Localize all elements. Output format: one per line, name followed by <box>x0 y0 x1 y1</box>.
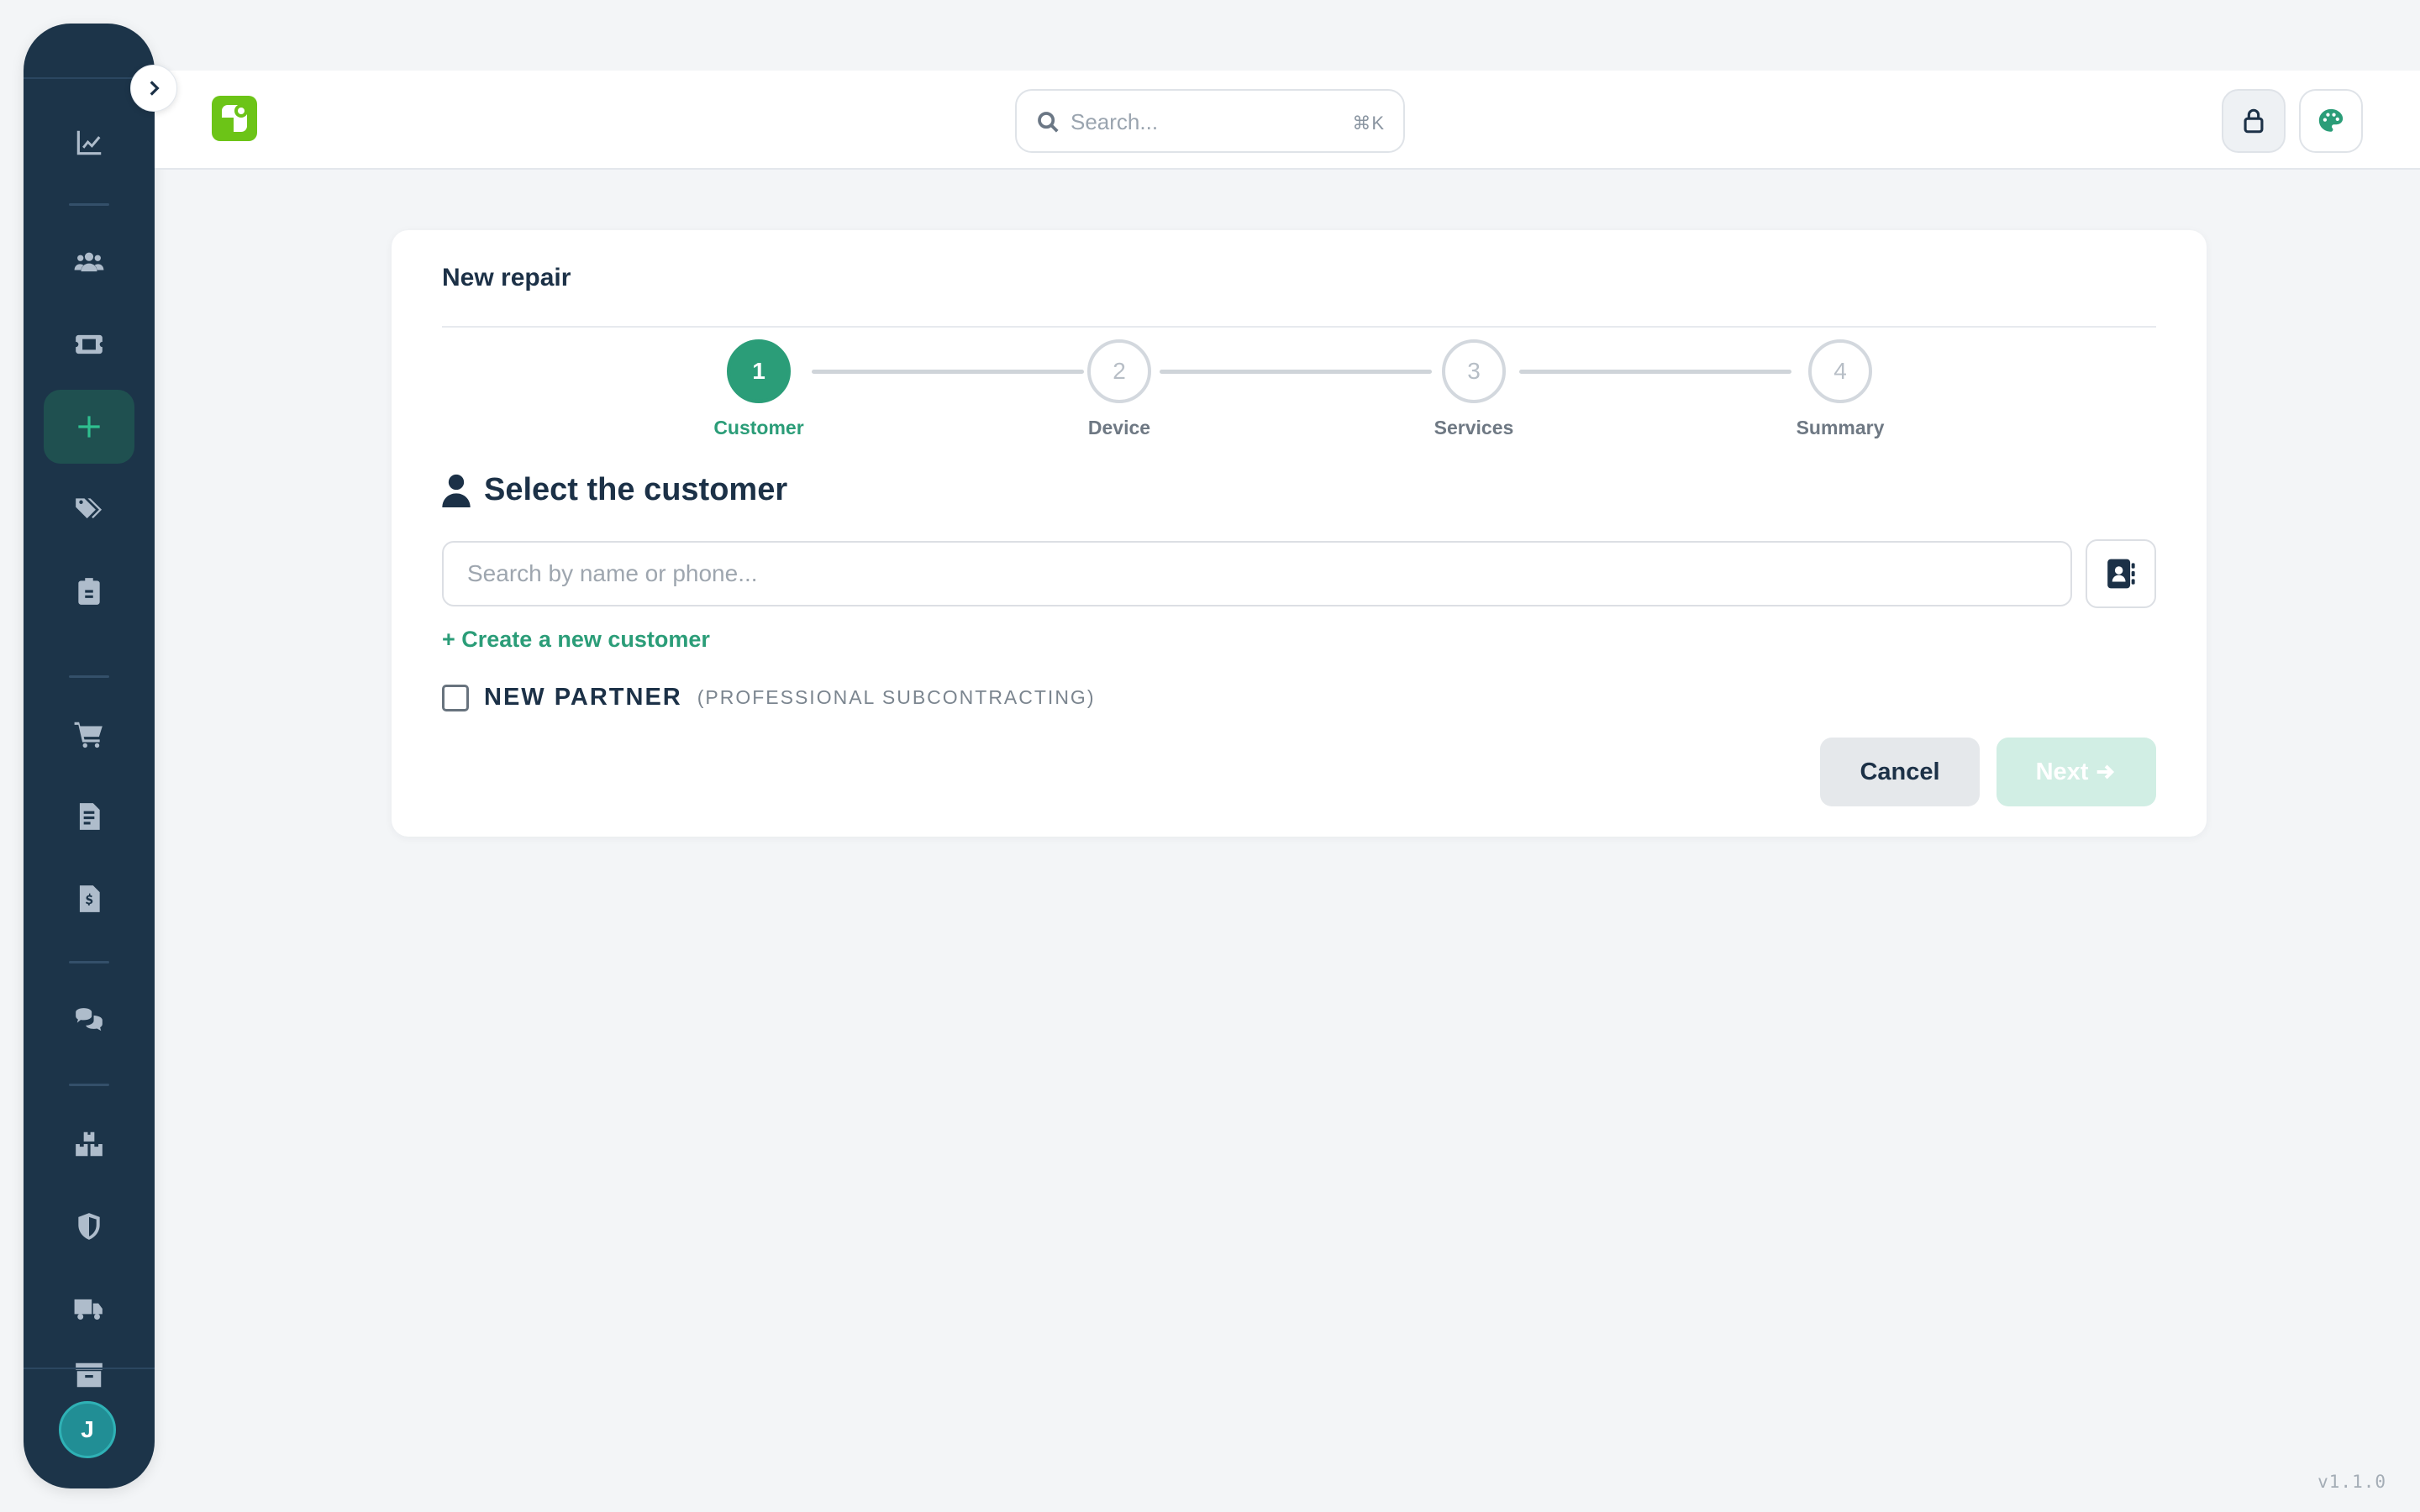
lock-button[interactable] <box>2222 89 2286 153</box>
step-number: 4 <box>1808 339 1872 403</box>
section-title-text: Select the customer <box>484 472 788 507</box>
clipboard-icon <box>78 578 100 605</box>
plus-icon <box>78 416 100 438</box>
step-services: 3 Services <box>1390 339 1558 439</box>
sidebar-item-pricing[interactable] <box>44 472 134 546</box>
user-icon <box>442 474 471 507</box>
customer-search-input[interactable] <box>442 541 2072 606</box>
cancel-button-label: Cancel <box>1860 758 1940 785</box>
top-header: Search... ⌘K <box>155 71 2420 170</box>
search-icon <box>1035 109 1060 134</box>
step-label: Device <box>1087 417 1151 438</box>
step-number: 3 <box>1442 339 1506 403</box>
sidebar: J <box>24 24 155 1488</box>
sidebar-item-invoices[interactable] <box>44 780 134 853</box>
app-logo[interactable] <box>212 96 257 141</box>
step-label: Summary <box>1796 417 1885 438</box>
global-search[interactable]: Search... ⌘K <box>1015 89 1405 153</box>
users-icon <box>74 252 104 272</box>
search-shortcut: ⌘K <box>1352 113 1385 134</box>
tags-icon <box>76 498 103 519</box>
truck-icon <box>74 1299 103 1320</box>
sidebar-separator <box>69 1084 109 1086</box>
new-partner-sublabel: (PROFESSIONAL SUBCONTRACTING) <box>697 686 1096 708</box>
sidebar-item-customers[interactable] <box>44 225 134 299</box>
sidebar-item-new-repair[interactable] <box>44 390 134 464</box>
chart-line-icon <box>76 130 102 155</box>
address-book-icon <box>2107 559 2135 589</box>
sidebar-separator <box>69 961 109 963</box>
step-customer: 1 Customer <box>675 339 843 439</box>
sidebar-separator <box>69 203 109 206</box>
sidebar-item-tasks[interactable] <box>44 554 134 628</box>
step-device: 2 Device <box>1035 339 1203 439</box>
new-partner-checkbox[interactable] <box>442 684 469 711</box>
shield-icon <box>78 1213 100 1240</box>
new-partner-option: NEW PARTNER (PROFESSIONAL SUBCONTRACTING… <box>442 684 1095 711</box>
cart-icon <box>74 722 103 748</box>
sidebar-item-dashboard[interactable] <box>44 106 134 180</box>
cancel-button[interactable]: Cancel <box>1820 738 1980 806</box>
archive-icon <box>76 1362 103 1388</box>
section-title: Select the customer <box>442 472 787 508</box>
card-divider <box>442 326 2156 328</box>
next-button[interactable]: Next <box>1996 738 2156 806</box>
step-label: Customer <box>713 417 804 438</box>
sidebar-item-shop[interactable] <box>44 697 134 771</box>
sidebar-item-warranty[interactable] <box>44 1189 134 1263</box>
boxes-icon <box>76 1131 103 1157</box>
sidebar-item-tickets[interactable] <box>44 307 134 381</box>
sidebar-toggle-button[interactable] <box>130 65 177 112</box>
create-customer-link[interactable]: + Create a new customer <box>442 627 710 653</box>
lock-icon <box>2244 108 2264 134</box>
new-repair-card: New repair 1 Customer 2 Device 3 Service… <box>392 230 2207 837</box>
logo-icon <box>222 104 248 132</box>
step-label: Services <box>1434 417 1514 438</box>
sidebar-separator <box>69 675 109 678</box>
next-button-label: Next <box>2035 758 2089 785</box>
file-dollar-icon <box>79 885 100 912</box>
sidebar-item-archive[interactable] <box>44 1354 134 1388</box>
page-title: New repair <box>442 264 571 291</box>
arrow-right-icon <box>2097 764 2115 780</box>
step-summary: 4 Summary <box>1756 339 1924 439</box>
step-connector <box>1519 370 1791 374</box>
chevron-right-icon <box>150 81 160 96</box>
palette-icon <box>2318 108 2344 132</box>
new-partner-label[interactable]: NEW PARTNER <box>484 684 682 711</box>
theme-button[interactable] <box>2299 89 2363 153</box>
sidebar-bottom-divider <box>24 1368 155 1369</box>
contacts-button[interactable] <box>2086 539 2156 608</box>
sidebar-item-inventory[interactable] <box>44 1107 134 1181</box>
search-placeholder: Search... <box>1071 109 1159 134</box>
step-number: 2 <box>1087 339 1151 403</box>
file-invoice-icon <box>79 803 100 830</box>
ticket-icon <box>76 334 103 354</box>
avatar[interactable]: J <box>59 1401 116 1458</box>
step-number: 1 <box>727 339 791 403</box>
sidebar-item-messages[interactable] <box>44 984 134 1058</box>
sidebar-item-delivery[interactable] <box>44 1272 134 1346</box>
sidebar-item-quotes[interactable] <box>44 862 134 936</box>
version-label: v1.1.0 <box>2317 1472 2386 1492</box>
comments-icon <box>76 1008 103 1032</box>
